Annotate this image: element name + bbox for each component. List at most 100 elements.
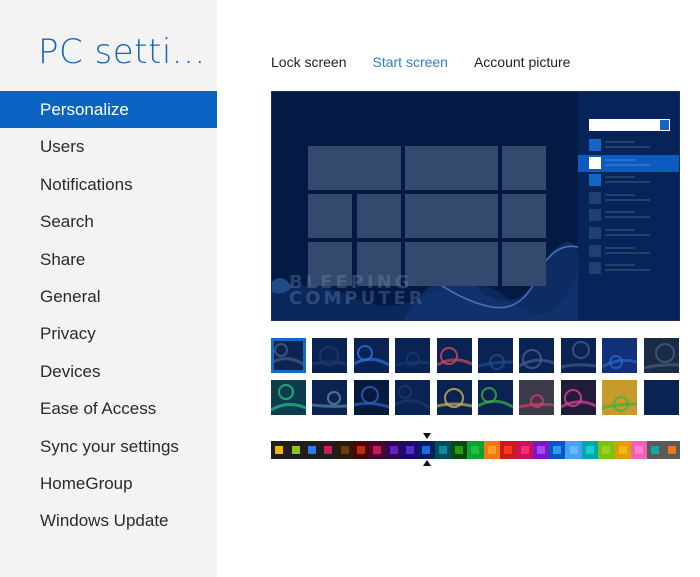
sidebar-item-notifications[interactable]: Notifications — [0, 166, 217, 203]
accent-color-dot — [504, 446, 513, 454]
color-swatch[interactable] — [352, 441, 370, 459]
sidebar-item-general[interactable]: General — [0, 278, 217, 315]
color-swatch[interactable] — [500, 441, 517, 459]
watermark: BLEEPING COMPUTER — [289, 274, 426, 308]
tab-lock-screen[interactable]: Lock screen — [271, 54, 346, 70]
background-thumbnail-pattern-eye[interactable] — [560, 338, 596, 373]
pattern-glyph — [560, 389, 596, 409]
color-swatch[interactable] — [450, 441, 468, 459]
accent-color-dot — [422, 446, 431, 454]
search-charm-preview — [578, 92, 679, 320]
color-swatch[interactable] — [336, 441, 353, 459]
color-swatch[interactable] — [369, 441, 386, 459]
placeholder-text-line — [605, 246, 635, 249]
app-icon — [589, 139, 601, 151]
placeholder-text-line — [605, 251, 650, 254]
tile — [405, 146, 498, 190]
accent-color-dot — [635, 446, 644, 454]
background-thumbnail-pattern-arc[interactable] — [271, 338, 306, 373]
placeholder-text-line — [605, 176, 635, 179]
color-scheme-strip[interactable] — [271, 441, 680, 459]
tile — [405, 194, 498, 238]
accent-color-dot — [651, 446, 660, 454]
color-swatch[interactable] — [598, 441, 615, 459]
charm-result-row — [578, 137, 679, 154]
background-thumbnail-pattern-gears[interactable] — [643, 338, 679, 373]
color-selector-marker-bottom[interactable] — [423, 460, 431, 466]
background-thumbnail-pattern-bird[interactable] — [519, 380, 555, 415]
pattern-glyph — [271, 343, 306, 368]
pattern-glyph — [478, 354, 513, 370]
color-swatch[interactable] — [271, 441, 288, 459]
pattern-glyph — [312, 391, 348, 408]
pattern-glyph — [560, 341, 596, 369]
background-thumbnail-pattern-tribal-flowers[interactable] — [560, 380, 596, 415]
accent-color-dot — [487, 446, 496, 454]
background-thumbnail-pattern-horn[interactable] — [436, 380, 472, 415]
background-thumbnail-pattern-diagonal[interactable] — [478, 338, 513, 373]
sidebar-item-personalize[interactable]: Personalize — [0, 91, 217, 129]
background-thumbnail-pattern-garden[interactable] — [602, 380, 638, 415]
pattern-glyph — [353, 345, 389, 367]
pattern-glyph — [395, 385, 431, 410]
background-thumbnail-pattern-lines[interactable] — [312, 338, 348, 373]
sidebar-item-search[interactable]: Search — [0, 203, 217, 240]
color-swatch[interactable] — [483, 441, 501, 459]
pattern-glyph — [478, 387, 513, 409]
sidebar-item-homegroup[interactable]: HomeGroup — [0, 465, 217, 502]
background-thumbnail-pattern-flowers[interactable] — [436, 338, 472, 373]
placeholder-text-line — [605, 216, 650, 219]
tile — [502, 242, 546, 286]
sidebar-item-sync-settings[interactable]: Sync your settings — [0, 428, 217, 465]
background-thumbnail-pattern-shards[interactable] — [602, 338, 638, 373]
sidebar-item-ease-of-access[interactable]: Ease of Access — [0, 390, 217, 427]
background-thumbnail-pattern-vines[interactable] — [478, 380, 513, 415]
background-thumbnail-pattern-stars[interactable] — [353, 380, 389, 415]
accent-color-dot — [389, 446, 398, 454]
color-swatch[interactable] — [303, 441, 321, 459]
sidebar-item-devices[interactable]: Devices — [0, 353, 217, 390]
color-swatch[interactable] — [320, 441, 337, 459]
placeholder-text-line — [605, 198, 650, 201]
app-icon — [589, 209, 601, 222]
accent-color-dot — [373, 446, 382, 454]
color-swatch[interactable] — [630, 441, 648, 459]
color-swatch[interactable] — [565, 441, 582, 459]
background-thumbnail-pattern-fish[interactable] — [519, 338, 555, 373]
sidebar-item-privacy[interactable]: Privacy — [0, 315, 217, 352]
color-selector-marker-top[interactable] — [423, 433, 431, 439]
color-swatch[interactable] — [467, 441, 484, 459]
color-swatch[interactable] — [434, 441, 451, 459]
color-swatch[interactable] — [401, 441, 419, 459]
tab-account-picture[interactable]: Account picture — [474, 54, 571, 70]
accent-color-dot — [520, 446, 529, 454]
color-swatch[interactable] — [549, 441, 566, 459]
color-swatch[interactable] — [614, 441, 631, 459]
tab-bar: Lock screen Start screen Account picture — [271, 54, 596, 70]
background-thumbnail-pattern-swirls[interactable] — [353, 338, 389, 373]
color-swatch[interactable] — [647, 441, 664, 459]
tile — [502, 146, 546, 190]
background-thumbnail-pattern-zebra[interactable] — [312, 380, 348, 415]
accent-color-dot — [438, 446, 447, 454]
sidebar-item-windows-update[interactable]: Windows Update — [0, 502, 217, 539]
background-thumbnail-pattern-green-waves[interactable] — [271, 380, 306, 415]
sidebar-nav: Personalize Users Notifications Search S… — [0, 91, 217, 540]
background-thumbnail-pattern-solid[interactable] — [643, 380, 679, 415]
color-swatch[interactable] — [581, 441, 599, 459]
pattern-glyph — [353, 386, 389, 409]
accent-color-dot — [536, 446, 545, 454]
placeholder-text-line — [605, 211, 635, 214]
background-thumbnail-pattern-rings[interactable] — [395, 380, 431, 415]
color-swatch[interactable] — [287, 441, 304, 459]
color-swatch[interactable] — [663, 441, 680, 459]
color-swatch[interactable] — [516, 441, 533, 459]
color-swatch[interactable] — [385, 441, 402, 459]
color-swatch[interactable] — [532, 441, 550, 459]
tab-start-screen[interactable]: Start screen — [372, 54, 447, 70]
sidebar-item-share[interactable]: Share — [0, 241, 217, 278]
sidebar-item-users[interactable]: Users — [0, 128, 217, 165]
accent-color-dot — [324, 446, 333, 454]
color-swatch[interactable] — [418, 441, 435, 459]
background-thumbnail-pattern-blobs[interactable] — [395, 338, 431, 373]
